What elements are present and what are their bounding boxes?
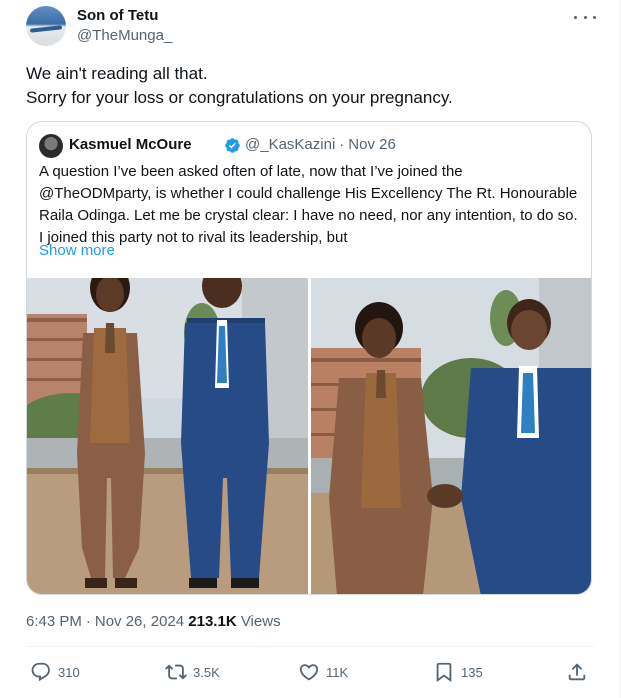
tweet-date[interactable]: Nov 26, 2024 [95, 613, 184, 630]
tweet-line-1: We ain't reading all that. [26, 64, 208, 83]
quoted-author-avatar[interactable] [39, 134, 63, 158]
quoted-date[interactable]: Nov 26 [348, 136, 396, 153]
more-options-icon[interactable] [574, 8, 596, 26]
bookmark-count: 135 [461, 664, 483, 680]
tweet-text: We ain't reading all that. Sorry for you… [26, 62, 596, 110]
like-count: 11K [326, 664, 349, 680]
reply-count: 310 [58, 664, 80, 680]
quoted-photo-2[interactable] [311, 278, 591, 594]
like-button[interactable]: 11K [298, 660, 348, 684]
tweet-timestamp: 6:43 PM · Nov 26, 2024 213.1K Views [26, 612, 281, 632]
reply-icon [31, 662, 50, 682]
views-count[interactable]: 213.1K [188, 613, 236, 630]
quoted-meta: @_KasKazini · Nov 26 [245, 135, 396, 155]
author-name[interactable]: Son of Tetu [77, 6, 158, 26]
bookmark-button[interactable]: 135 [433, 660, 483, 684]
author-avatar[interactable] [26, 6, 66, 46]
quoted-tweet[interactable]: Kasmuel McOure @_KasKazini · Nov 26 A ques… [26, 121, 592, 595]
repost-button[interactable]: 3.5K [165, 660, 220, 684]
tweet-card: Son of Tetu @TheMunga_ We ain't reading … [0, 0, 621, 698]
meta-separator: · [85, 613, 91, 630]
meta-separator: · [339, 136, 345, 153]
divider [26, 646, 594, 647]
quoted-author-name[interactable]: Kasmuel McOure [69, 135, 192, 155]
quoted-author-handle[interactable]: @_KasKazini [245, 136, 335, 153]
author-handle[interactable]: @TheMunga_ [77, 26, 172, 46]
verified-badge-icon [225, 138, 240, 153]
tweet-line-2: Sorry for your loss or congratulations o… [26, 88, 453, 107]
share-button[interactable] [566, 660, 588, 684]
bookmark-icon [436, 662, 452, 683]
quoted-photo-1[interactable] [27, 278, 308, 594]
views-label: Views [240, 613, 281, 630]
repost-count: 3.5K [193, 664, 220, 680]
heart-icon [299, 664, 319, 681]
share-icon [568, 663, 586, 681]
reply-button[interactable]: 310 [30, 660, 80, 684]
tweet-time[interactable]: 6:43 PM [26, 613, 82, 630]
repost-icon [165, 664, 187, 680]
quoted-text: A question I’ve been asked often of late… [39, 163, 578, 246]
show-more-link[interactable]: Show more [39, 241, 115, 261]
